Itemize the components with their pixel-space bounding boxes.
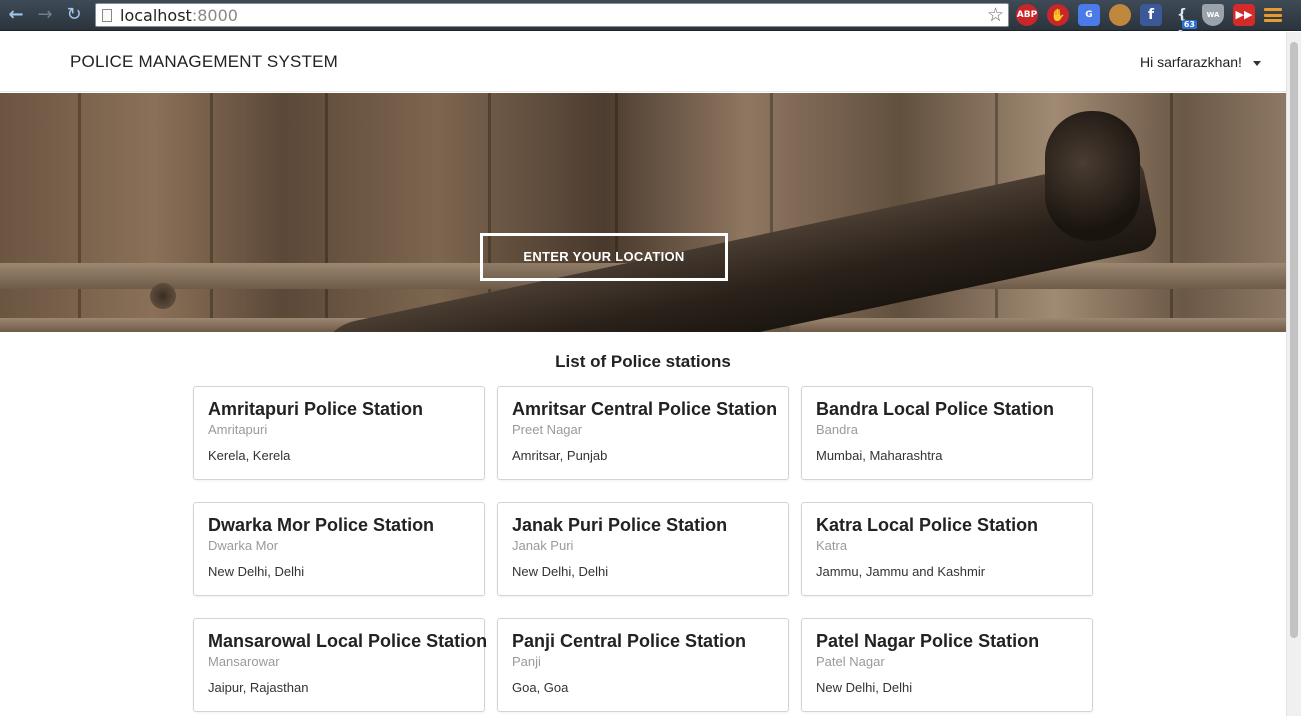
abp-icon[interactable]: ABP: [1016, 4, 1038, 26]
station-area: Janak Puri: [512, 538, 574, 553]
station-card[interactable]: Janak Puri Police Station Janak Puri New…: [497, 502, 789, 596]
stations-grid: Amritapuri Police Station Amritapuri Ker…: [193, 386, 1093, 712]
station-location: Jaipur, Rajasthan: [208, 680, 309, 695]
station-area: Dwarka Mor: [208, 538, 279, 553]
url-port: :8000: [191, 6, 238, 25]
station-location: Mumbai, Maharashtra: [816, 448, 943, 463]
bookmark-star-icon[interactable]: ☆: [987, 4, 1004, 26]
stop-icon[interactable]: ✋: [1047, 4, 1069, 26]
station-card[interactable]: Katra Local Police Station Katra Jammu, …: [801, 502, 1093, 596]
back-arrow-icon[interactable]: ←: [4, 4, 28, 26]
station-name: Katra Local Police Station: [816, 515, 1039, 535]
station-location: Amritsar, Punjab: [512, 448, 608, 463]
hero-banner: ENTER YOUR LOCATION: [0, 93, 1286, 332]
station-location: Jammu, Jammu and Kashmir: [816, 564, 986, 579]
stations-heading: List of Police stations: [555, 352, 731, 371]
caret-down-icon[interactable]: [1253, 61, 1261, 66]
station-name: Amritapuri Police Station: [208, 399, 424, 419]
extension-badge: 63: [1181, 20, 1197, 29]
shield-icon[interactable]: WA: [1202, 4, 1224, 26]
reload-icon[interactable]: ↻: [62, 4, 86, 26]
station-area: Katra: [816, 538, 848, 553]
station-name: Mansarowal Local Police Station: [208, 631, 488, 651]
fence-plank: [1170, 93, 1173, 332]
station-card[interactable]: Amritsar Central Police Station Preet Na…: [497, 386, 789, 480]
station-area: Bandra: [816, 422, 858, 437]
station-area: Amritapuri: [208, 422, 268, 437]
vertical-scrollbar[interactable]: [1286, 32, 1301, 716]
station-card[interactable]: Patel Nagar Police Station Patel Nagar N…: [801, 618, 1093, 712]
station-location: Kerela, Kerela: [208, 448, 291, 463]
station-location: New Delhi, Delhi: [816, 680, 913, 695]
station-location: New Delhi, Delhi: [208, 564, 305, 579]
url-host: localhost: [120, 6, 192, 25]
menu-icon[interactable]: [1264, 7, 1282, 23]
brand-title[interactable]: POLICE MANAGEMENT SYSTEM: [70, 52, 338, 72]
fast-forward-icon[interactable]: ▶▶: [1233, 4, 1255, 26]
station-card[interactable]: Bandra Local Police Station Bandra Mumba…: [801, 386, 1093, 480]
station-card[interactable]: Panji Central Police Station Panji Goa, …: [497, 618, 789, 712]
top-navbar: POLICE MANAGEMENT SYSTEM Hi sarfarazkhan…: [0, 32, 1286, 92]
brackets-icon[interactable]: { }63: [1171, 4, 1197, 45]
station-name: Panji Central Police Station: [512, 631, 747, 651]
station-location: Goa, Goa: [512, 680, 569, 695]
facebook-icon[interactable]: f: [1140, 4, 1162, 26]
station-card[interactable]: Amritapuri Police Station Amritapuri Ker…: [193, 386, 485, 480]
forward-arrow-icon[interactable]: →: [33, 4, 57, 26]
bolt-image: [150, 283, 176, 309]
page-content: POLICE MANAGEMENT SYSTEM Hi sarfarazkhan…: [0, 32, 1286, 716]
station-area: Mansarowar: [208, 654, 280, 669]
cannon-muzzle-image: [1045, 111, 1140, 241]
fence-plank: [210, 93, 213, 332]
translate-icon[interactable]: G: [1078, 4, 1100, 26]
station-name: Amritsar Central Police Station: [512, 399, 778, 419]
browser-toolbar: ← → ↻ localhost:8000 ☆ ABP ✋ G f { }63 W…: [0, 0, 1301, 45]
fence-plank: [78, 93, 81, 332]
station-card[interactable]: Dwarka Mor Police Station Dwarka Mor New…: [193, 502, 485, 596]
station-area: Preet Nagar: [512, 422, 583, 437]
scrollbar-thumb[interactable]: [1290, 42, 1298, 638]
station-area: Patel Nagar: [816, 654, 885, 669]
station-name: Patel Nagar Police Station: [816, 631, 1040, 651]
cookie-icon[interactable]: [1109, 4, 1131, 26]
address-bar[interactable]: localhost:8000 ☆: [95, 3, 1009, 27]
station-name: Bandra Local Police Station: [816, 399, 1055, 419]
page-icon: [102, 9, 112, 22]
enter-location-button[interactable]: ENTER YOUR LOCATION: [480, 233, 728, 281]
station-area: Panji: [512, 654, 541, 669]
station-name: Dwarka Mor Police Station: [208, 515, 435, 535]
station-location: New Delhi, Delhi: [512, 564, 609, 579]
url-text[interactable]: localhost:8000: [120, 6, 238, 25]
station-name: Janak Puri Police Station: [512, 515, 728, 535]
station-card[interactable]: Mansarowal Local Police Station Mansarow…: [193, 618, 488, 712]
cannon-barrel-image: [308, 154, 1160, 332]
extensions-tray: ABP ✋ G f { }63 WA ▶▶: [1016, 4, 1282, 45]
fence-plank: [325, 93, 328, 332]
user-menu-toggle[interactable]: Hi sarfarazkhan!: [1140, 54, 1242, 70]
